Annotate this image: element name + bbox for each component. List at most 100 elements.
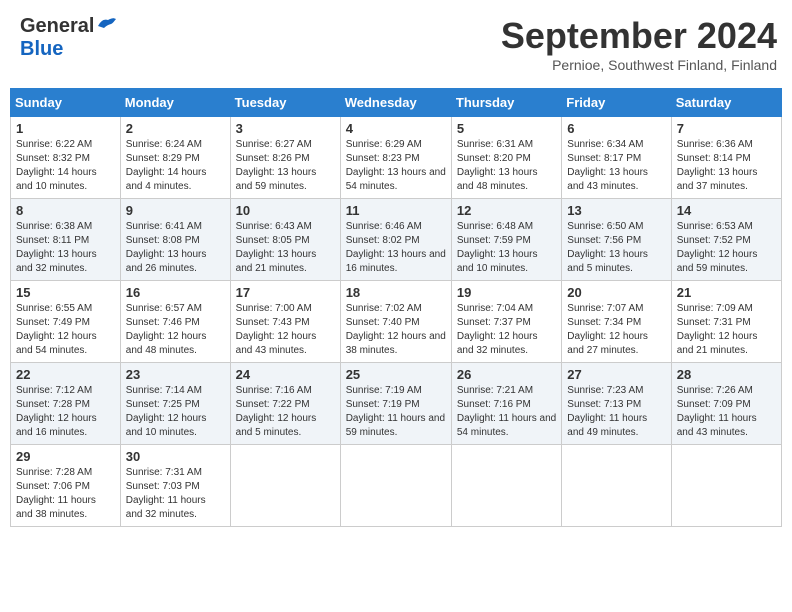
daylight: Daylight: 13 hours and 21 minutes. [236, 249, 317, 274]
day-number: 17 [236, 285, 335, 300]
sunset: Sunset: 7:56 PM [567, 235, 641, 246]
day-detail: Sunrise: 6:29 AMSunset: 8:23 PMDaylight:… [346, 138, 446, 194]
day-number: 26 [457, 367, 556, 382]
empty-cell [340, 445, 451, 527]
day-detail: Sunrise: 7:00 AMSunset: 7:43 PMDaylight:… [236, 302, 335, 358]
daylight: Daylight: 13 hours and 10 minutes. [457, 249, 538, 274]
day-number: 12 [457, 203, 556, 218]
sunset: Sunset: 7:49 PM [16, 317, 90, 328]
sunset: Sunset: 8:02 PM [346, 235, 420, 246]
sunset: Sunset: 7:22 PM [236, 399, 310, 410]
day-number: 30 [126, 449, 225, 464]
daylight: Daylight: 13 hours and 32 minutes. [16, 249, 97, 274]
day-detail: Sunrise: 6:41 AMSunset: 8:08 PMDaylight:… [126, 220, 225, 276]
header-row: SundayMondayTuesdayWednesdayThursdayFrid… [11, 89, 782, 117]
day-number: 24 [236, 367, 335, 382]
day-cell-17: 17 Sunrise: 7:00 AMSunset: 7:43 PMDayligh… [230, 281, 340, 363]
daylight: Daylight: 13 hours and 37 minutes. [677, 167, 758, 192]
sunset: Sunset: 8:26 PM [236, 153, 310, 164]
day-cell-23: 23Sunrise: 7:14 AMSunset: 7:25 PMDayligh… [120, 363, 230, 445]
day-detail: Sunrise: 7:23 AMSunset: 7:13 PMDaylight:… [567, 384, 665, 440]
day-cell-29: 29Sunrise: 7:28 AMSunset: 7:06 PMDayligh… [11, 445, 121, 527]
sunrise: Sunrise: 7:31 AM [126, 467, 202, 478]
day-cell-3: 3Sunrise: 6:27 AMSunset: 8:26 PMDaylight… [230, 117, 340, 199]
day-cell-25: 25 Sunrise: 7:19 AMSunset: 7:19 PMDayligh… [340, 363, 451, 445]
header-day-tuesday: Tuesday [230, 89, 340, 117]
day-number: 1 [16, 121, 115, 136]
sunrise: Sunrise: 6:38 AM [16, 221, 92, 232]
day-number: 6 [567, 121, 665, 136]
week-row-5: 29Sunrise: 7:28 AMSunset: 7:06 PMDayligh… [11, 445, 782, 527]
sunset: Sunset: 7:59 PM [457, 235, 531, 246]
day-cell-1: 1Sunrise: 6:22 AMSunset: 8:32 PMDaylight… [11, 117, 121, 199]
day-detail: Sunrise: 6:34 AMSunset: 8:17 PMDaylight:… [567, 138, 665, 194]
sunrise: Sunrise: 7:02 AM [346, 303, 422, 314]
day-cell-16: 16Sunrise: 6:57 AMSunset: 7:46 PMDayligh… [120, 281, 230, 363]
day-detail: Sunrise: 7:21 AMSunset: 7:16 PMDaylight:… [457, 384, 556, 440]
day-detail: Sunrise: 7:14 AMSunset: 7:25 PMDaylight:… [126, 384, 225, 440]
day-cell-27: 27Sunrise: 7:23 AMSunset: 7:13 PMDayligh… [562, 363, 671, 445]
day-cell-10: 10 Sunrise: 6:43 AMSunset: 8:05 PMDayligh… [230, 199, 340, 281]
sunset: Sunset: 7:28 PM [16, 399, 90, 410]
sunset: Sunset: 7:09 PM [677, 399, 751, 410]
sunrise: Sunrise: 7:00 AM [236, 303, 312, 314]
day-detail: Sunrise: 7:26 AMSunset: 7:09 PMDaylight:… [677, 384, 776, 440]
sunrise: Sunrise: 7:09 AM [677, 303, 753, 314]
day-cell-13: 13Sunrise: 6:50 AMSunset: 7:56 PMDayligh… [562, 199, 671, 281]
day-cell-8: 8Sunrise: 6:38 AMSunset: 8:11 PMDaylight… [11, 199, 121, 281]
empty-cell [230, 445, 340, 527]
day-cell-20: 20Sunrise: 7:07 AMSunset: 7:34 PMDayligh… [562, 281, 671, 363]
week-row-4: 22Sunrise: 7:12 AMSunset: 7:28 PMDayligh… [11, 363, 782, 445]
day-number: 10 [236, 203, 335, 218]
sunrise: Sunrise: 7:07 AM [567, 303, 643, 314]
daylight: Daylight: 12 hours and 5 minutes. [236, 413, 317, 438]
daylight: Daylight: 13 hours and 43 minutes. [567, 167, 648, 192]
day-number: 8 [16, 203, 115, 218]
sunrise: Sunrise: 6:50 AM [567, 221, 643, 232]
day-number: 21 [677, 285, 776, 300]
daylight: Daylight: 12 hours and 38 minutes. [346, 331, 446, 356]
day-detail: Sunrise: 6:43 AMSunset: 8:05 PMDaylight:… [236, 220, 335, 276]
sunrise: Sunrise: 6:53 AM [677, 221, 753, 232]
daylight: Daylight: 13 hours and 59 minutes. [236, 167, 317, 192]
sunrise: Sunrise: 6:31 AM [457, 139, 533, 150]
day-number: 2 [126, 121, 225, 136]
sunrise: Sunrise: 7:04 AM [457, 303, 533, 314]
day-detail: Sunrise: 7:04 AMSunset: 7:37 PMDaylight:… [457, 302, 556, 358]
daylight: Daylight: 13 hours and 26 minutes. [126, 249, 207, 274]
month-title: September 2024 [501, 15, 777, 57]
sunrise: Sunrise: 6:36 AM [677, 139, 753, 150]
sunset: Sunset: 7:13 PM [567, 399, 641, 410]
header-day-friday: Friday [562, 89, 671, 117]
daylight: Daylight: 12 hours and 27 minutes. [567, 331, 648, 356]
daylight: Daylight: 11 hours and 43 minutes. [677, 413, 757, 438]
sunset: Sunset: 8:32 PM [16, 153, 90, 164]
day-number: 11 [346, 203, 446, 218]
day-cell-7: 7Sunrise: 6:36 AMSunset: 8:14 PMDaylight… [671, 117, 781, 199]
day-detail: Sunrise: 6:57 AMSunset: 7:46 PMDaylight:… [126, 302, 225, 358]
sunset: Sunset: 8:29 PM [126, 153, 200, 164]
day-cell-24: 24Sunrise: 7:16 AMSunset: 7:22 PMDayligh… [230, 363, 340, 445]
sunrise: Sunrise: 6:24 AM [126, 139, 202, 150]
sunrise: Sunrise: 6:55 AM [16, 303, 92, 314]
sunset: Sunset: 8:17 PM [567, 153, 641, 164]
day-detail: Sunrise: 7:19 AMSunset: 7:19 PMDaylight:… [346, 384, 446, 440]
page-header: General Blue September 2024 Pernioe, Sou… [10, 10, 782, 78]
sunset: Sunset: 7:40 PM [346, 317, 420, 328]
day-cell-18: 18Sunrise: 7:02 AMSunset: 7:40 PMDayligh… [340, 281, 451, 363]
sunrise: Sunrise: 7:12 AM [16, 385, 92, 396]
sunset: Sunset: 8:08 PM [126, 235, 200, 246]
sunrise: Sunrise: 7:28 AM [16, 467, 92, 478]
calendar-table: SundayMondayTuesdayWednesdayThursdayFrid… [10, 88, 782, 527]
day-detail: Sunrise: 6:55 AMSunset: 7:49 PMDaylight:… [16, 302, 115, 358]
day-cell-9: 9Sunrise: 6:41 AMSunset: 8:08 PMDaylight… [120, 199, 230, 281]
empty-cell [451, 445, 561, 527]
day-number: 25 [346, 367, 446, 382]
day-number: 29 [16, 449, 115, 464]
daylight: Daylight: 14 hours and 10 minutes. [16, 167, 97, 192]
sunset: Sunset: 7:34 PM [567, 317, 641, 328]
day-number: 14 [677, 203, 776, 218]
daylight: Daylight: 12 hours and 48 minutes. [126, 331, 207, 356]
sunrise: Sunrise: 6:57 AM [126, 303, 202, 314]
day-cell-2: 2Sunrise: 6:24 AMSunset: 8:29 PMDaylight… [120, 117, 230, 199]
